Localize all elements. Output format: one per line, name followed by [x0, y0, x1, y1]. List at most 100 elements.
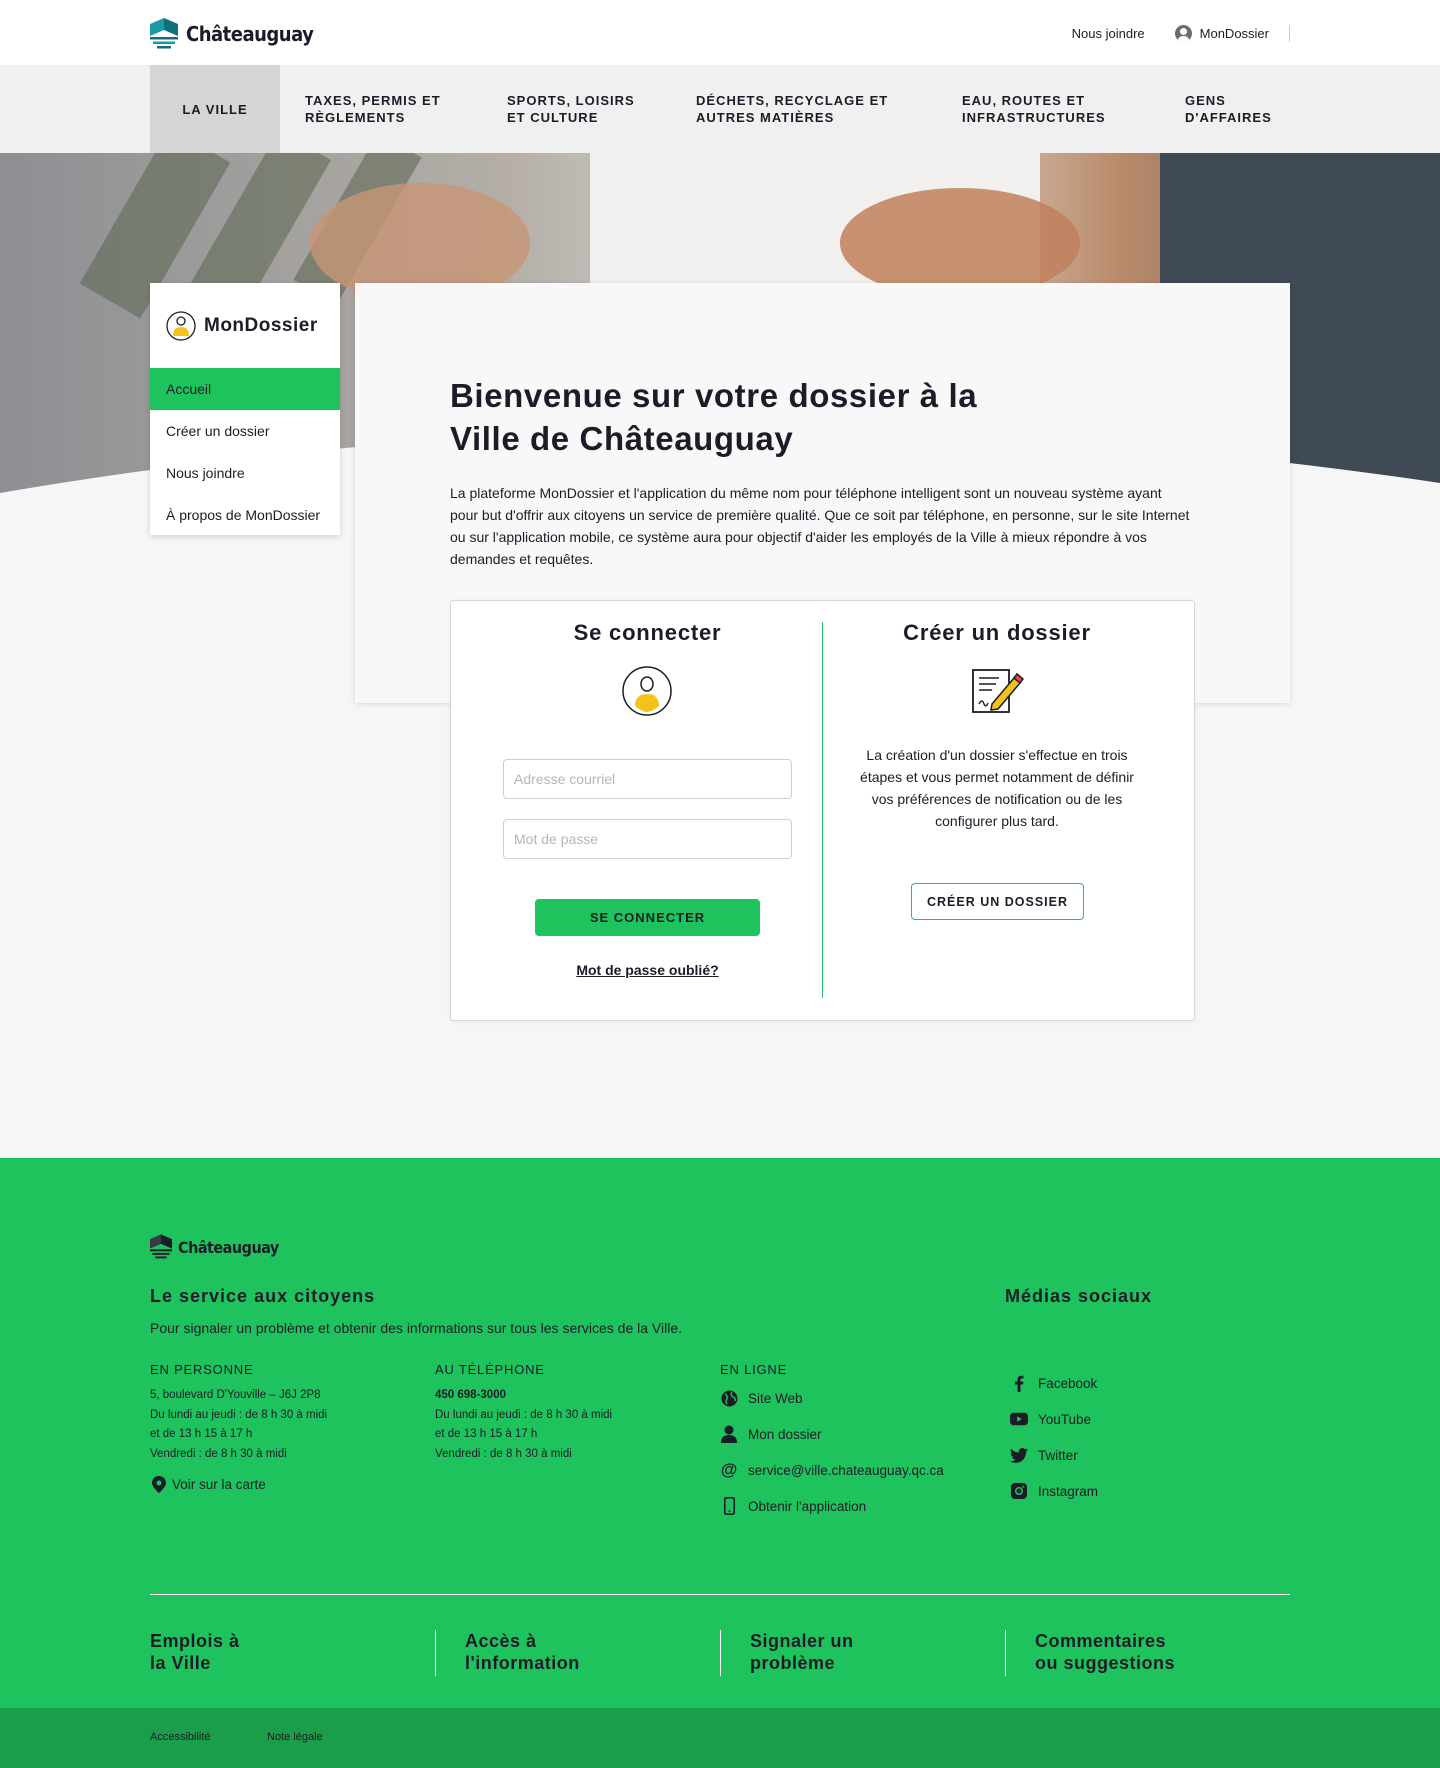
nav-label: SPORTS, LOISIRS	[507, 93, 635, 108]
sidebar-menu: Accueil Créer un dossier Nous joindre À …	[150, 368, 340, 536]
commentaires-line2: ou suggestions	[1035, 1653, 1176, 1673]
facebook-label: Facebook	[1038, 1375, 1098, 1391]
login-button[interactable]: SE CONNECTER	[535, 899, 760, 936]
mobile-phone-icon	[720, 1497, 738, 1515]
intro-text: La plateforme MonDossier et l'applicatio…	[450, 485, 1190, 567]
sidebar-item-a-propos[interactable]: À propos de MonDossier	[150, 494, 340, 536]
logo-mark-icon	[150, 18, 178, 49]
commentaires-link[interactable]: Commentaires ou suggestions	[1035, 1630, 1175, 1674]
nav-item-affaires[interactable]: GENS D'AFFAIRES	[1185, 65, 1272, 153]
youtube-label: YouTube	[1038, 1411, 1092, 1427]
top-header: Châteauguay Nous joindre MonDossier	[0, 0, 1440, 65]
create-dossier-button[interactable]: CRÉER UN DOSSIER	[911, 883, 1084, 920]
map-pin-icon	[150, 1475, 168, 1493]
avatar-icon	[166, 310, 196, 341]
nav-item-taxes[interactable]: TAXES, PERMIS ET RÈGLEMENTS	[305, 65, 441, 153]
emplois-line1: Emplois à	[150, 1631, 240, 1651]
phone-info: 450 698-3000 Du lundi au jeudi : de 8 h …	[435, 1386, 612, 1464]
top-links: Nous joindre MonDossier	[1072, 20, 1290, 46]
map-link[interactable]: Voir sur la carte	[150, 1475, 266, 1493]
footer-separator	[1005, 1630, 1006, 1676]
email-label: service@ville.chateauguay.qc.ca	[748, 1462, 944, 1478]
mondossier-sidebar: MonDossier Accueil Créer un dossier Nous…	[150, 283, 340, 535]
in-person-heading: EN PERSONNE	[150, 1362, 254, 1377]
signaler-line2: problème	[750, 1653, 836, 1673]
main-nav: LA VILLE TAXES, PERMIS ET RÈGLEMENTS SPOR…	[0, 65, 1440, 153]
youtube-link[interactable]: YouTube	[1010, 1410, 1091, 1428]
accessibilite-link[interactable]: Accessibilité	[150, 1731, 211, 1743]
hours-line: Vendredi : de 8 h 30 à midi	[435, 1447, 572, 1460]
phone-heading: AU TÉLÉPHONE	[435, 1362, 545, 1377]
facebook-link[interactable]: Facebook	[1010, 1374, 1097, 1392]
create-title: Créer un dossier	[903, 620, 1091, 645]
app-label: Obtenir l'application	[748, 1498, 867, 1514]
sidebar-item-nous-joindre[interactable]: Nous joindre	[150, 452, 340, 494]
twitter-icon	[1010, 1446, 1028, 1464]
globe-icon	[720, 1389, 738, 1407]
hours-line: et de 13 h 15 à 17 h	[150, 1428, 253, 1440]
hours-line: et de 13 h 15 à 17 h	[435, 1428, 538, 1440]
mon-dossier-link[interactable]: Mon dossier	[720, 1425, 822, 1443]
password-input[interactable]	[503, 819, 792, 859]
sidebar-header: MonDossier	[150, 283, 340, 368]
mondossier-label: MonDossier	[1199, 25, 1269, 41]
twitter-link[interactable]: Twitter	[1010, 1446, 1078, 1464]
nav-label: LA VILLE	[182, 101, 248, 117]
phone-number[interactable]: 450 698-3000	[435, 1389, 506, 1401]
youtube-icon	[1010, 1410, 1028, 1428]
nav-item-dechets[interactable]: DÉCHETS, RECYCLAGE ET AUTRES MATIÈRES	[696, 65, 888, 153]
email-input[interactable]	[503, 759, 792, 799]
nav-label: DÉCHETS, RECYCLAGE ET	[696, 93, 889, 108]
user-icon	[1174, 24, 1192, 42]
commentaires-line1: Commentaires	[1035, 1631, 1167, 1651]
nav-label: D'AFFAIRES	[1185, 110, 1272, 125]
site-logo[interactable]: Châteauguay	[150, 18, 314, 50]
page-title-line2: Ville de Châteauguay	[450, 420, 794, 457]
contact-link[interactable]: Nous joindre	[1072, 26, 1145, 41]
hours-line: Du lundi au jeudi : de 8 h 30 à midi	[435, 1408, 613, 1421]
nav-label: TAXES, PERMIS ET	[305, 93, 441, 108]
login-title: Se connecter	[573, 620, 722, 645]
footer-separator	[435, 1630, 436, 1676]
page-title-line1: Bienvenue sur votre dossier à la	[450, 377, 978, 414]
footer-logo[interactable]: Châteauguay	[150, 1234, 279, 1260]
login-user-icon	[622, 666, 672, 716]
instagram-link[interactable]: Instagram	[1010, 1482, 1098, 1500]
sidebar-item-creer[interactable]: Créer un dossier	[150, 410, 340, 452]
acces-line1: Accès à	[465, 1631, 537, 1651]
nav-item-eau[interactable]: EAU, ROUTES ET INFRASTRUCTURES	[962, 65, 1106, 153]
nav-label: INFRASTRUCTURES	[962, 110, 1106, 125]
website-link[interactable]: Site Web	[720, 1389, 803, 1407]
column-divider	[822, 622, 823, 998]
emplois-line2: la Ville	[150, 1653, 211, 1673]
nav-label: ET CULTURE	[507, 110, 599, 125]
nav-item-la-ville[interactable]: LA VILLE	[150, 65, 280, 153]
signaler-line1: Signaler un	[750, 1631, 854, 1651]
online-heading: EN LIGNE	[720, 1362, 788, 1377]
acces-info-link[interactable]: Accès à l'information	[465, 1630, 580, 1674]
acces-line2: l'information	[465, 1653, 580, 1673]
nav-label: GENS	[1185, 93, 1226, 108]
nav-item-sports[interactable]: SPORTS, LOISIRS ET CULTURE	[507, 65, 635, 153]
signaler-link[interactable]: Signaler un problème	[750, 1630, 854, 1674]
page-title: Bienvenue sur votre dossier à la Ville d…	[450, 374, 1050, 460]
email-link[interactable]: @ service@ville.chateauguay.qc.ca	[720, 1460, 944, 1479]
app-link[interactable]: Obtenir l'application	[720, 1497, 866, 1515]
service-title: Le service aux citoyens	[150, 1286, 376, 1306]
forgot-password-link[interactable]: Mot de passe oublié?	[503, 962, 792, 978]
note-legale-link[interactable]: Note légale	[267, 1731, 323, 1743]
logo-mark-icon	[150, 1234, 172, 1259]
logo-text: Châteauguay	[186, 22, 314, 46]
hours-line: Du lundi au jeudi : de 8 h 30 à midi	[150, 1408, 328, 1421]
instagram-icon	[1010, 1482, 1028, 1500]
mondossier-link[interactable]: MonDossier	[1174, 24, 1290, 42]
instagram-label: Instagram	[1038, 1483, 1099, 1499]
footer-separator	[720, 1630, 721, 1676]
social-title: Médias sociaux	[1005, 1286, 1153, 1306]
nav-label: RÈGLEMENTS	[305, 110, 406, 125]
document-pencil-icon	[972, 669, 1024, 713]
emplois-link[interactable]: Emplois à la Ville	[150, 1630, 240, 1674]
footer-logo-text: Châteauguay	[178, 1237, 279, 1257]
sidebar-item-accueil[interactable]: Accueil	[150, 368, 340, 410]
mon-dossier-label: Mon dossier	[748, 1426, 822, 1442]
